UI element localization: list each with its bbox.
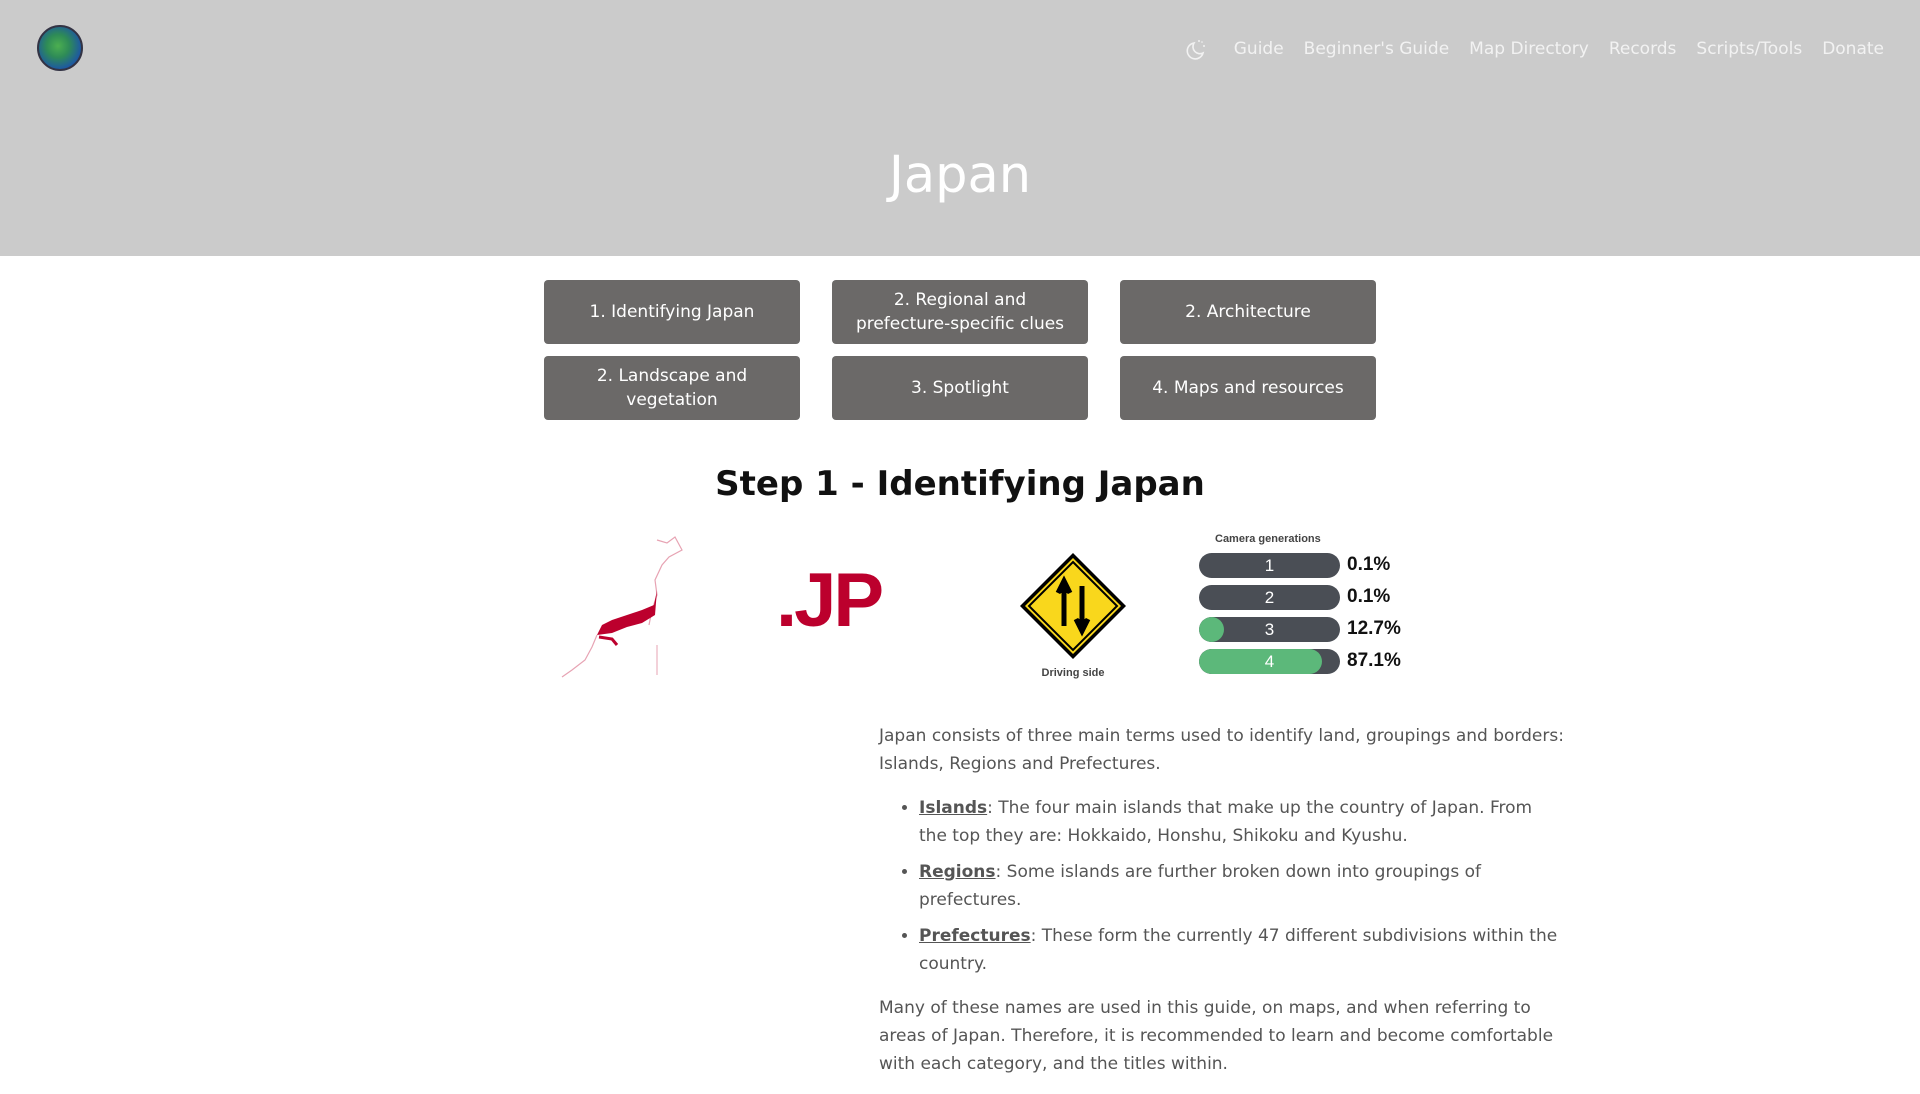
step-heading: Step 1 - Identifying Japan <box>715 464 1205 504</box>
section-button[interactable]: 1. Identifying Japan <box>544 280 800 344</box>
japan-map-image <box>561 536 683 678</box>
camera-gen-label: 4 <box>1264 651 1275 671</box>
page-title: Japan <box>888 146 1032 205</box>
list-item: Prefectures: These form the currently 47… <box>919 922 1564 978</box>
theme-toggle-icon[interactable] <box>1184 36 1210 62</box>
camera-generation-row: 4 87.1% <box>1199 645 1409 677</box>
islands-link[interactable]: Islands <box>919 798 987 818</box>
camera-percent: 12.7% <box>1347 618 1401 639</box>
camera-gen-label: 3 <box>1264 619 1275 639</box>
section-button[interactable]: 2. Regional and prefecture-specific clue… <box>832 280 1088 344</box>
nav-scripts-tools[interactable]: Scripts/Tools <box>1696 39 1802 59</box>
nav-beginners-guide[interactable]: Beginner's Guide <box>1304 39 1450 59</box>
camera-gen-label: 2 <box>1264 587 1275 607</box>
camera-generation-row: 3 12.7% <box>1199 613 1409 645</box>
camera-bar: 1 <box>1199 552 1340 578</box>
nav-guide[interactable]: Guide <box>1234 39 1284 59</box>
section-button[interactable]: 3. Spotlight <box>832 356 1088 420</box>
nav-donate[interactable]: Donate <box>1822 39 1884 59</box>
intro-paragraph: Japan consists of three main terms used … <box>879 726 1564 774</box>
camera-percent: 0.1% <box>1347 554 1391 575</box>
identification-images: .JP Driving side Camera generations 1 0.1… <box>0 533 1920 683</box>
site-logo[interactable] <box>37 25 83 71</box>
list-item-text: : Some islands are further broken down i… <box>919 862 1481 910</box>
nav-map-directory[interactable]: Map Directory <box>1469 39 1589 59</box>
list-item-text: : The four main islands that make up the… <box>919 798 1533 846</box>
nav-records[interactable]: Records <box>1609 39 1677 59</box>
camera-generation-row: 1 0.1% <box>1199 549 1409 581</box>
camera-bar: 4 <box>1199 648 1340 674</box>
camera-bar: 2 <box>1199 584 1340 610</box>
camera-generations-title: Camera generations <box>1215 533 1321 545</box>
camera-generation-row: 2 0.1% <box>1199 581 1409 613</box>
camera-gen-label: 1 <box>1264 555 1275 575</box>
section-button[interactable]: 4. Maps and resources <box>1120 356 1376 420</box>
list-item: Regions: Some islands are further broken… <box>919 858 1564 914</box>
section-button[interactable]: 2. Landscape and vegetation <box>544 356 800 420</box>
article-content: Japan consists of three main terms used … <box>879 722 1564 1094</box>
prefectures-link[interactable]: Prefectures <box>919 926 1031 946</box>
camera-bar: 3 <box>1199 616 1340 642</box>
camera-generations: Camera generations 1 0.1% 2 0.1% 3 12.7% 4 87.1… <box>1199 533 1409 677</box>
regions-link[interactable]: Regions <box>919 862 996 882</box>
camera-percent: 87.1% <box>1347 650 1401 671</box>
outro-paragraph: Many of these names are used in this gui… <box>879 998 1554 1074</box>
section-button[interactable]: 2. Architecture <box>1120 280 1376 344</box>
driving-side-label: Driving side <box>1041 667 1105 679</box>
section-buttons: 1. Identifying Japan 2. Regional and pre… <box>544 280 1376 420</box>
top-nav: Guide Beginner's Guide Map Directory Rec… <box>1184 36 1884 62</box>
camera-percent: 0.1% <box>1347 586 1391 607</box>
driving-side-sign-icon <box>1020 553 1126 659</box>
terms-list: Islands: The four main islands that make… <box>919 794 1564 978</box>
tld-image: .JP <box>776 558 884 643</box>
header: Guide Beginner's Guide Map Directory Rec… <box>0 0 1920 256</box>
list-item: Islands: The four main islands that make… <box>919 794 1564 850</box>
